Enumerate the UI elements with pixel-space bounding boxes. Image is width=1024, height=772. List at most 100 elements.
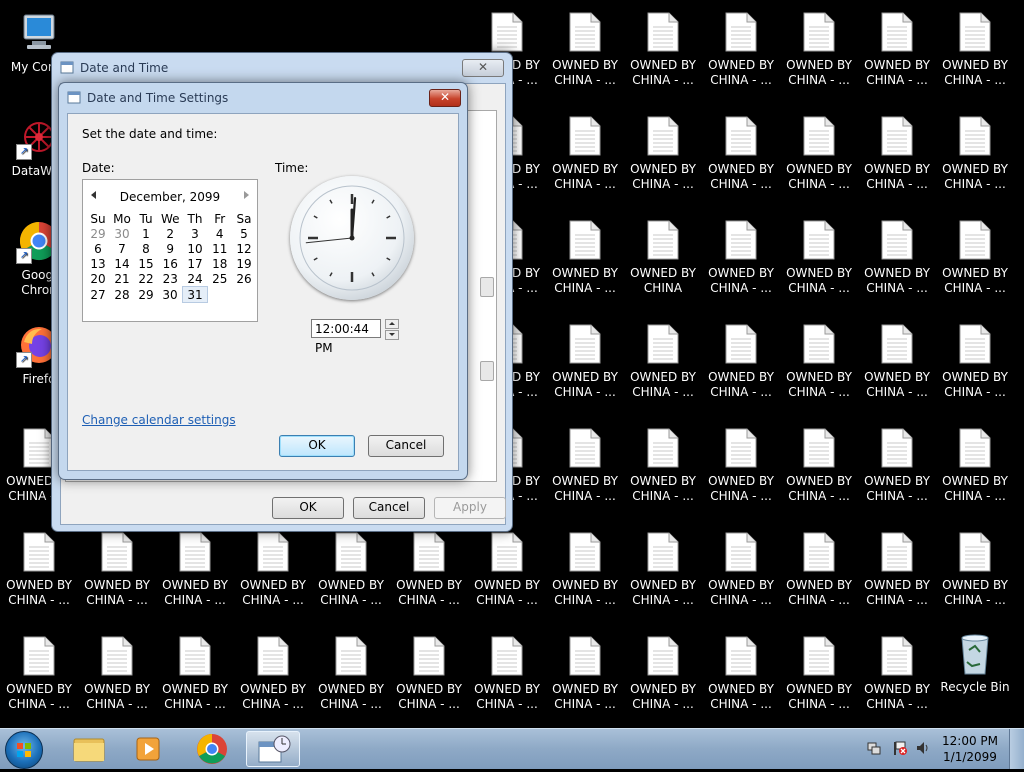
hidden-button[interactable]	[480, 277, 494, 297]
close-button[interactable]: ✕	[462, 59, 504, 77]
desktop-file-icon[interactable]: OWNED BY CHINA - ...	[237, 532, 309, 608]
desktop-file-icon[interactable]: OWNED BY CHINA - ...	[81, 636, 153, 712]
desktop-file-icon[interactable]: OWNED BY CHINA - ...	[705, 220, 777, 296]
desktop-file-icon[interactable]: OWNED BY CHINA - ...	[627, 428, 699, 504]
calendar-day[interactable]: 2	[158, 226, 183, 241]
calendar-day[interactable]: 1	[134, 226, 158, 241]
system-clock[interactable]: 12:00 PM 1/1/2099	[942, 733, 998, 765]
desktop-file-icon[interactable]: OWNED BY CHINA - ...	[861, 428, 933, 504]
calendar-day[interactable]: 18	[208, 256, 233, 271]
desktop-file-icon[interactable]: OWNED BY CHINA - ...	[705, 12, 777, 88]
calendar-day[interactable]: 29	[86, 226, 110, 241]
action-center-flag-icon[interactable]	[892, 740, 908, 756]
desktop-file-icon[interactable]: OWNED BY CHINA - ...	[393, 636, 465, 712]
calendar-day[interactable]: 26	[232, 271, 256, 287]
calendar-day[interactable]: 14	[110, 256, 134, 271]
title-bar[interactable]: Date and Time ✕	[52, 53, 512, 81]
cancel-button[interactable]: Cancel	[353, 497, 425, 519]
desktop-file-icon[interactable]: OWNED BY CHINA - ...	[783, 428, 855, 504]
ok-button[interactable]: OK	[279, 435, 355, 457]
desktop-file-icon[interactable]: OWNED BY CHINA - ...	[3, 636, 75, 712]
desktop-file-icon[interactable]: OWNED BY CHINA - ...	[861, 220, 933, 296]
recycle-bin-icon[interactable]: Recycle Bin	[935, 632, 1015, 695]
calendar-day[interactable]: 25	[208, 271, 233, 287]
desktop-file-icon[interactable]: OWNED BY CHINA - ...	[939, 428, 1011, 504]
desktop-file-icon[interactable]: OWNED BY CHINA - ...	[159, 532, 231, 608]
change-calendar-settings-link[interactable]: Change calendar settings	[82, 413, 236, 427]
calendar-day[interactable]: 27	[86, 287, 110, 303]
show-desktop-button[interactable]	[1009, 729, 1024, 769]
desktop-file-icon[interactable]: OWNED BY CHINA - ...	[549, 428, 621, 504]
calendar-day[interactable]: 11	[208, 241, 233, 256]
spin-down-icon[interactable]	[385, 330, 399, 340]
desktop-file-icon[interactable]: OWNED BY CHINA - ...	[627, 12, 699, 88]
desktop-file-icon[interactable]: OWNED BY CHINA - ...	[393, 532, 465, 608]
network-icon[interactable]	[866, 740, 882, 756]
calendar-day[interactable]: 21	[110, 271, 134, 287]
desktop-file-icon[interactable]: OWNED BY CHINA - ...	[861, 324, 933, 400]
desktop-file-icon[interactable]: OWNED BY CHINA - ...	[939, 324, 1011, 400]
calendar-day[interactable]: 29	[134, 287, 158, 303]
calendar-day[interactable]: 23	[158, 271, 183, 287]
time-input[interactable]: 12:00:44 PM	[311, 319, 381, 355]
taskbar-date-time[interactable]	[246, 731, 300, 767]
desktop-file-icon[interactable]: OWNED BY CHINA - ...	[705, 116, 777, 192]
desktop-file-icon[interactable]: OWNED BY CHINA - ...	[783, 324, 855, 400]
desktop-file-icon[interactable]: OWNED BY CHINA - ...	[783, 12, 855, 88]
desktop-file-icon[interactable]: OWNED BY CHINA - ...	[315, 532, 387, 608]
calendar-day[interactable]: 28	[110, 287, 134, 303]
desktop-file-icon[interactable]: OWNED BY CHINA - ...	[861, 636, 933, 712]
desktop-file-icon[interactable]: OWNED BY CHINA - ...	[783, 116, 855, 192]
apply-button[interactable]: Apply	[434, 497, 506, 519]
desktop-file-icon[interactable]: OWNED BY CHINA - ...	[627, 116, 699, 192]
desktop-file-icon[interactable]: OWNED BY CHINA - ...	[861, 532, 933, 608]
desktop-file-icon[interactable]: OWNED BY CHINA - ...	[549, 12, 621, 88]
calendar-month-year[interactable]: December, 2099	[83, 190, 257, 204]
calendar-day[interactable]: 20	[86, 271, 110, 287]
calendar-day[interactable]: 24	[183, 271, 208, 287]
desktop-file-icon[interactable]: OWNED BY CHINA - ...	[549, 324, 621, 400]
calendar-day[interactable]: 5	[232, 226, 256, 241]
calendar-day[interactable]: 6	[86, 241, 110, 256]
desktop-file-icon[interactable]: OWNED BY CHINA - ...	[81, 532, 153, 608]
desktop-file-icon[interactable]: OWNED BY CHINA - ...	[471, 532, 543, 608]
hidden-button[interactable]	[480, 361, 494, 381]
calendar-day[interactable]: 30	[110, 226, 134, 241]
calendar-day[interactable]: 16	[158, 256, 183, 271]
desktop-file-icon[interactable]: OWNED BY CHINA - ...	[549, 116, 621, 192]
desktop-file-icon[interactable]: OWNED BY CHINA - ...	[627, 324, 699, 400]
desktop-file-icon[interactable]: OWNED BY CHINA - ...	[705, 428, 777, 504]
calendar-day[interactable]: 22	[134, 271, 158, 287]
desktop-file-icon[interactable]: OWNED BY CHINA - ...	[3, 532, 75, 608]
desktop-file-icon[interactable]: OWNED BY CHINA	[627, 220, 699, 296]
desktop-file-icon[interactable]: OWNED BY CHINA - ...	[471, 636, 543, 712]
calendar-day[interactable]: 7	[110, 241, 134, 256]
calendar-day[interactable]: 31	[182, 286, 208, 303]
desktop-file-icon[interactable]: OWNED BY CHINA - ...	[315, 636, 387, 712]
desktop-file-icon[interactable]: OWNED BY CHINA - ...	[705, 324, 777, 400]
desktop-file-icon[interactable]: OWNED BY CHINA - ...	[783, 220, 855, 296]
desktop-file-icon[interactable]: OWNED BY CHINA - ...	[861, 116, 933, 192]
desktop-file-icon[interactable]: OWNED BY CHINA - ...	[627, 636, 699, 712]
desktop-file-icon[interactable]: OWNED BY CHINA - ...	[705, 532, 777, 608]
time-spinner[interactable]	[385, 319, 399, 340]
desktop-file-icon[interactable]: OWNED BY CHINA - ...	[549, 220, 621, 296]
calendar-day[interactable]: 10	[183, 241, 208, 256]
calendar-day[interactable]: 17	[183, 256, 208, 271]
desktop-file-icon[interactable]: OWNED BY CHINA - ...	[783, 532, 855, 608]
calendar-day[interactable]: 3	[183, 226, 208, 241]
taskbar-media-player[interactable]	[122, 731, 176, 767]
desktop-file-icon[interactable]: OWNED BY CHINA - ...	[783, 636, 855, 712]
desktop-file-icon[interactable]: OWNED BY CHINA - ...	[939, 12, 1011, 88]
close-button[interactable]: ✕	[429, 89, 461, 107]
desktop-file-icon[interactable]: OWNED BY CHINA - ...	[549, 532, 621, 608]
calendar-day[interactable]: 13	[86, 256, 110, 271]
start-button[interactable]	[5, 731, 43, 769]
calendar-day[interactable]: 12	[232, 241, 256, 256]
next-month-arrow-icon[interactable]	[244, 191, 249, 199]
desktop-file-icon[interactable]: OWNED BY CHINA - ...	[939, 116, 1011, 192]
desktop-file-icon[interactable]: OWNED BY CHINA - ...	[627, 532, 699, 608]
desktop-file-icon[interactable]: OWNED BY CHINA - ...	[861, 12, 933, 88]
cancel-button[interactable]: Cancel	[368, 435, 444, 457]
desktop-file-icon[interactable]: OWNED BY CHINA - ...	[549, 636, 621, 712]
